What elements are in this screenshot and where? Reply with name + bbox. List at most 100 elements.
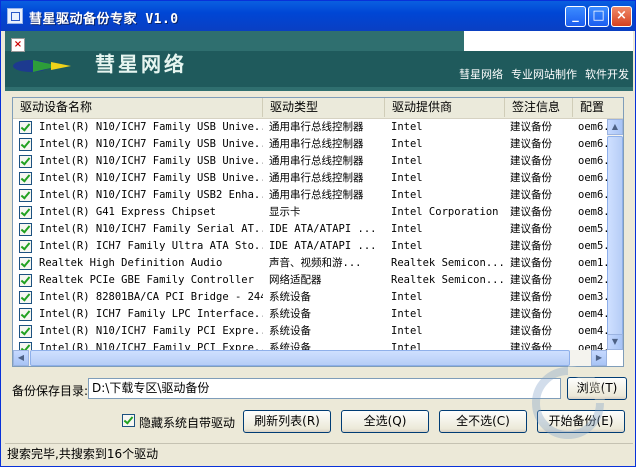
- cell-type: 显示卡: [269, 206, 301, 218]
- cell-sign: 建议备份: [510, 291, 552, 303]
- refresh-button[interactable]: 刷新列表(R): [243, 410, 331, 433]
- cell-sign: 建议备份: [510, 189, 552, 201]
- row-checkbox[interactable]: [19, 291, 32, 304]
- cell-sign: 建议备份: [510, 121, 552, 133]
- table-row[interactable]: Intel(R) N10/ICH7 Family Serial AT... IDE…: [13, 221, 623, 238]
- banner-links: 彗星网络 专业网站制作 软件开发: [451, 66, 629, 82]
- link-web-design[interactable]: 专业网站制作: [511, 68, 577, 81]
- cell-provider: Intel: [391, 223, 423, 235]
- table-row[interactable]: Intel(R) N10/ICH7 Family USB Unive... 通用串…: [13, 153, 623, 170]
- cell-type: 通用串行总线控制器: [269, 155, 364, 167]
- cell-sign: 建议备份: [510, 138, 552, 150]
- table-row[interactable]: Intel(R) N10/ICH7 Family USB2 Enha... 通用串…: [13, 187, 623, 204]
- row-checkbox[interactable]: [19, 172, 32, 185]
- list-header: 驱动设备名称 驱动类型 驱动提供商 签注信息 配置: [13, 98, 623, 119]
- scroll-up-icon[interactable]: ▲: [607, 119, 623, 135]
- select-all-button[interactable]: 全选(Q): [341, 410, 429, 433]
- cell-provider: Intel: [391, 155, 423, 167]
- cell-name: Intel(R) N10/ICH7 Family USB Unive...: [39, 155, 263, 167]
- cell-name: Intel(R) N10/ICH7 Family Serial AT...: [39, 223, 263, 235]
- select-none-button[interactable]: 全不选(C): [439, 410, 527, 433]
- cell-type: 通用串行总线控制器: [269, 189, 364, 201]
- cell-type: 网络适配器: [269, 274, 322, 286]
- window-title: 彗星驱动备份专家 V1.0: [29, 12, 179, 27]
- vertical-scroll-thumb[interactable]: [607, 136, 623, 336]
- row-checkbox[interactable]: [19, 206, 32, 219]
- cell-name: Intel(R) N10/ICH7 Family USB Unive...: [39, 172, 263, 184]
- status-bar: 搜索完毕,共搜索到16个驱动: [5, 443, 633, 464]
- cell-sign: 建议备份: [510, 223, 552, 235]
- cell-type: 系统设备: [269, 325, 311, 337]
- cell-sign: 建议备份: [510, 308, 552, 320]
- cell-type: 声音、视频和游...: [269, 257, 362, 269]
- brand-name: 彗星网络: [95, 52, 187, 76]
- vertical-scrollbar[interactable]: ▲ ▼: [607, 119, 623, 350]
- browse-button[interactable]: 浏览(T): [567, 377, 627, 400]
- scroll-down-icon[interactable]: ▼: [607, 334, 623, 350]
- cell-provider: Intel: [391, 240, 423, 252]
- table-row[interactable]: Intel(R) N10/ICH7 Family USB Unive... 通用串…: [13, 136, 623, 153]
- link-home[interactable]: 彗星网络: [459, 68, 503, 81]
- cell-sign: 建议备份: [510, 206, 552, 218]
- column-header-name[interactable]: 驱动设备名称: [13, 98, 263, 117]
- table-row[interactable]: Intel(R) N10/ICH7 Family PCI Expre... 系统设…: [13, 323, 623, 340]
- table-row[interactable]: Realtek PCIe GBE Family Controller 网络适配器 R…: [13, 272, 623, 289]
- close-icon[interactable]: ×: [611, 6, 632, 27]
- row-checkbox[interactable]: [19, 274, 32, 287]
- cell-provider: Intel: [391, 189, 423, 201]
- row-checkbox[interactable]: [19, 155, 32, 168]
- backup-path-input[interactable]: D:\下载专区\驱动备份: [88, 378, 561, 399]
- row-checkbox[interactable]: [19, 240, 32, 253]
- column-header-config[interactable]: 配置: [573, 98, 623, 117]
- scroll-left-icon[interactable]: ◀: [13, 350, 29, 366]
- hide-system-checkbox[interactable]: [122, 414, 135, 427]
- cell-provider: Realtek Semicon...: [391, 274, 505, 286]
- cell-provider: Intel Corporation: [391, 206, 499, 218]
- column-header-sign[interactable]: 签注信息: [505, 98, 573, 117]
- row-checkbox[interactable]: [19, 308, 32, 321]
- table-row[interactable]: Intel(R) G41 Express Chipset 显示卡 Intel Cor…: [13, 204, 623, 221]
- link-software-dev[interactable]: 软件开发: [585, 68, 629, 81]
- row-checkbox[interactable]: [19, 138, 32, 151]
- horizontal-scrollbar[interactable]: ◀ ▶: [13, 350, 607, 366]
- brand-logo-icon: [13, 60, 71, 72]
- start-backup-button[interactable]: 开始备份(E): [537, 410, 625, 433]
- cell-sign: 建议备份: [510, 274, 552, 286]
- cell-name: Intel(R) ICH7 Family LPC Interface...: [39, 308, 263, 320]
- driver-list[interactable]: 驱动设备名称 驱动类型 驱动提供商 签注信息 配置 Intel(R) N10/I…: [12, 97, 624, 367]
- banner-whitespace: [464, 31, 633, 51]
- cell-sign: 建议备份: [510, 325, 552, 337]
- cell-sign: 建议备份: [510, 172, 552, 184]
- minimize-icon[interactable]: _: [565, 6, 586, 27]
- maximize-icon[interactable]: □: [588, 6, 609, 27]
- cell-name: Intel(R) 82801BA/CA PCI Bridge - 244E: [39, 291, 263, 303]
- table-row[interactable]: Intel(R) 82801BA/CA PCI Bridge - 244E 系统设…: [13, 289, 623, 306]
- watermark-logo: [532, 366, 605, 439]
- row-checkbox[interactable]: [19, 257, 32, 270]
- column-header-provider[interactable]: 驱动提供商: [385, 98, 505, 117]
- row-checkbox[interactable]: [19, 121, 32, 134]
- row-checkbox[interactable]: [19, 189, 32, 202]
- table-row[interactable]: Intel(R) N10/ICH7 Family USB Unive... 通用串…: [13, 119, 623, 136]
- table-row[interactable]: Intel(R) ICH7 Family Ultra ATA Sto... IDE…: [13, 238, 623, 255]
- row-checkbox[interactable]: [19, 223, 32, 236]
- cell-type: IDE ATA/ATAPI ...: [269, 240, 377, 252]
- hide-system-label[interactable]: 隐藏系统自带驱动: [139, 414, 235, 431]
- list-rows: Intel(R) N10/ICH7 Family USB Unive... 通用串…: [13, 119, 623, 357]
- title-bar[interactable]: 彗星驱动备份专家 V1.0 _ □ ×: [1, 1, 635, 31]
- banner-close-icon[interactable]: ×: [11, 38, 25, 52]
- cell-name: Intel(R) N10/ICH7 Family PCI Expre...: [39, 325, 263, 337]
- row-checkbox[interactable]: [19, 325, 32, 338]
- cell-name: Intel(R) G41 Express Chipset: [39, 206, 217, 218]
- app-window: 彗星驱动备份专家 V1.0 _ □ × × 彗星网络 彗星网络 专业网站制作 软件开…: [0, 0, 636, 467]
- cell-type: IDE ATA/ATAPI ...: [269, 223, 377, 235]
- table-row[interactable]: Intel(R) N10/ICH7 Family USB Unive... 通用串…: [13, 170, 623, 187]
- column-header-type[interactable]: 驱动类型: [263, 98, 385, 117]
- table-row[interactable]: Realtek High Definition Audio 声音、视频和游... R…: [13, 255, 623, 272]
- horizontal-scroll-thumb[interactable]: [30, 350, 570, 366]
- cell-provider: Intel: [391, 291, 423, 303]
- cell-provider: Intel: [391, 138, 423, 150]
- scroll-right-icon[interactable]: ▶: [591, 350, 607, 366]
- table-row[interactable]: Intel(R) ICH7 Family LPC Interface... 系统设…: [13, 306, 623, 323]
- cell-sign: 建议备份: [510, 240, 552, 252]
